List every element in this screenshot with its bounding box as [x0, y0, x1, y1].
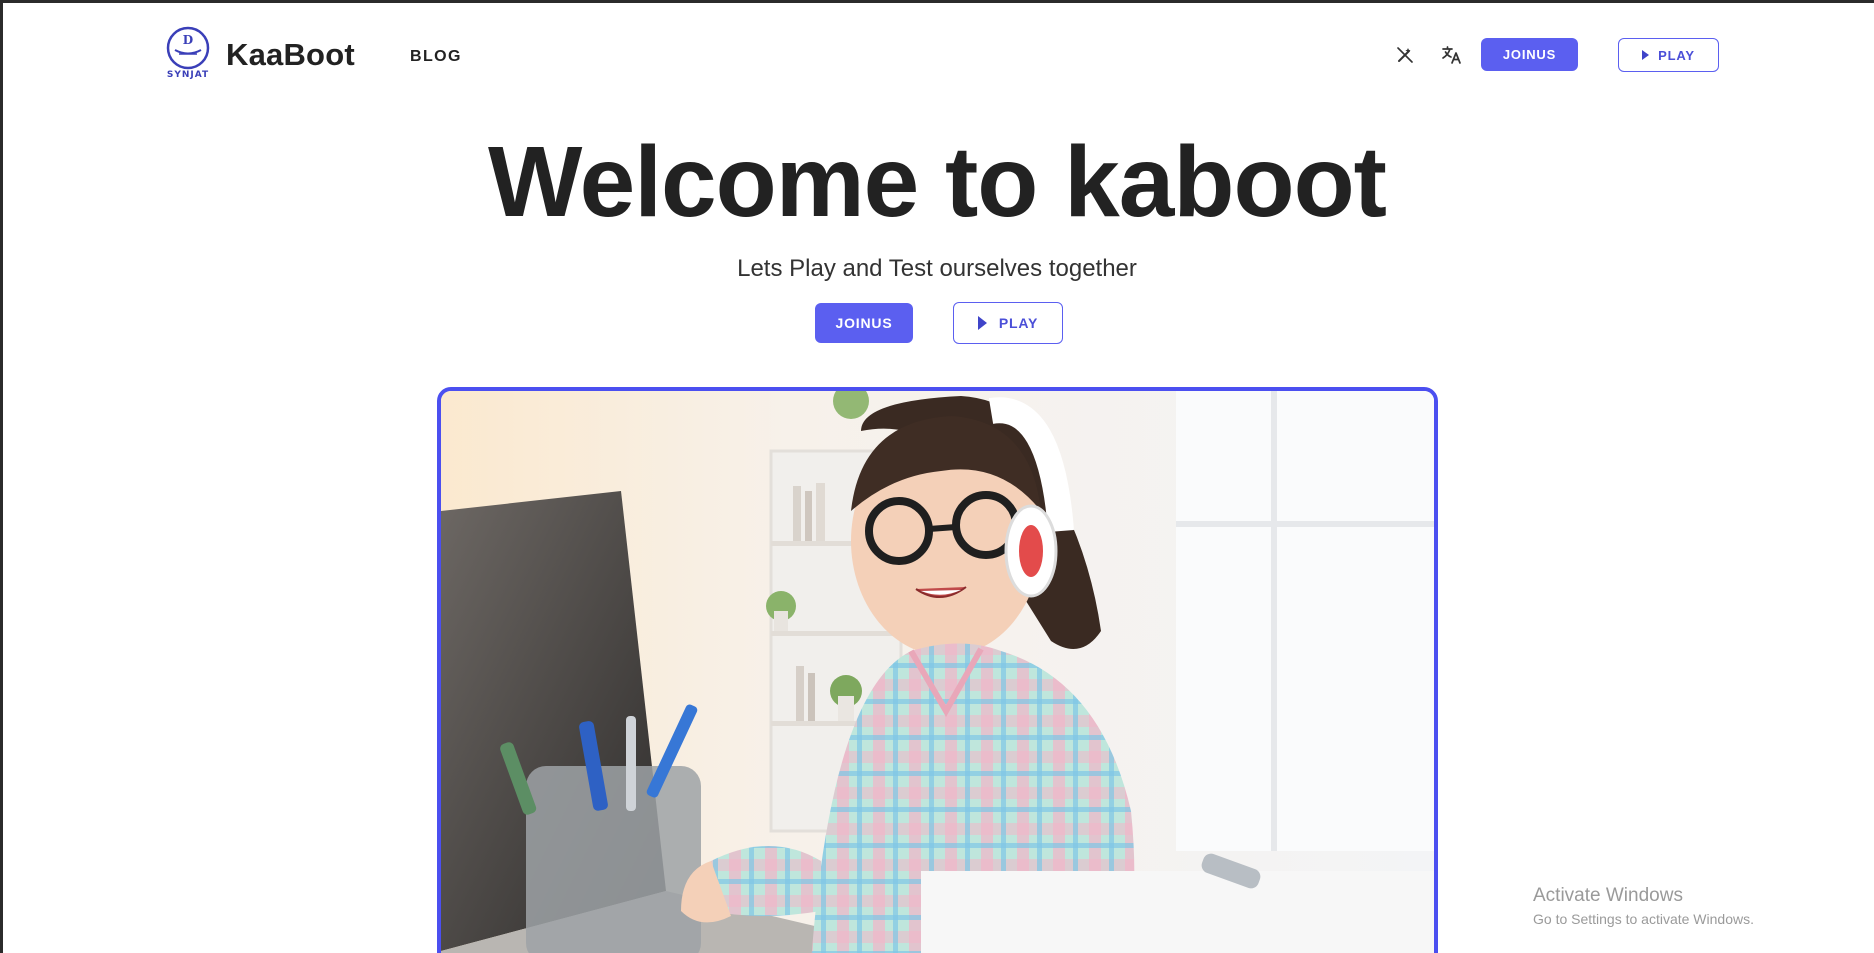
hero-play-button[interactable]: PLAY — [953, 302, 1063, 344]
girl-at-laptop-illustration — [441, 391, 1434, 953]
brand-logo[interactable]: D SYNJAT — [165, 24, 211, 80]
language-button[interactable] — [1439, 42, 1465, 68]
translate-icon — [1442, 46, 1461, 64]
watermark-title: Activate Windows — [1533, 885, 1683, 906]
brand-name[interactable]: KaaBoot — [226, 37, 355, 73]
theme-toggle-button[interactable] — [1392, 42, 1418, 68]
svg-text:D: D — [183, 33, 193, 47]
logo-emblem-icon: D SYNJAT — [166, 26, 210, 80]
play-icon — [977, 316, 987, 330]
nav-link-blog[interactable]: BLOG — [410, 48, 462, 66]
hero-joinus-label: JOINUS — [835, 315, 893, 331]
hero-image — [437, 387, 1438, 953]
top-navbar: D SYNJAT KaaBoot BLOG JOINUS PLAY — [0, 0, 1874, 110]
hero-joinus-button[interactable]: JOINUS — [815, 303, 913, 343]
header-play-label: PLAY — [1658, 47, 1695, 63]
svg-text:SYNJAT: SYNJAT — [167, 70, 209, 80]
activate-windows-watermark: Activate Windows Go to Settings to activ… — [1533, 885, 1754, 927]
watermark-subtitle: Go to Settings to activate Windows. — [1533, 911, 1754, 927]
header-joinus-button[interactable]: JOINUS — [1481, 38, 1578, 71]
header-joinus-label: JOINUS — [1502, 47, 1557, 62]
hero-play-label: PLAY — [998, 315, 1039, 331]
header-play-button[interactable]: PLAY — [1618, 38, 1719, 72]
hero-subtitle: Lets Play and Test ourselves together — [737, 255, 1137, 282]
magic-wand-off-icon — [1397, 47, 1413, 63]
play-icon — [1642, 50, 1650, 60]
hero-title: Welcome to kaboot — [488, 126, 1387, 238]
